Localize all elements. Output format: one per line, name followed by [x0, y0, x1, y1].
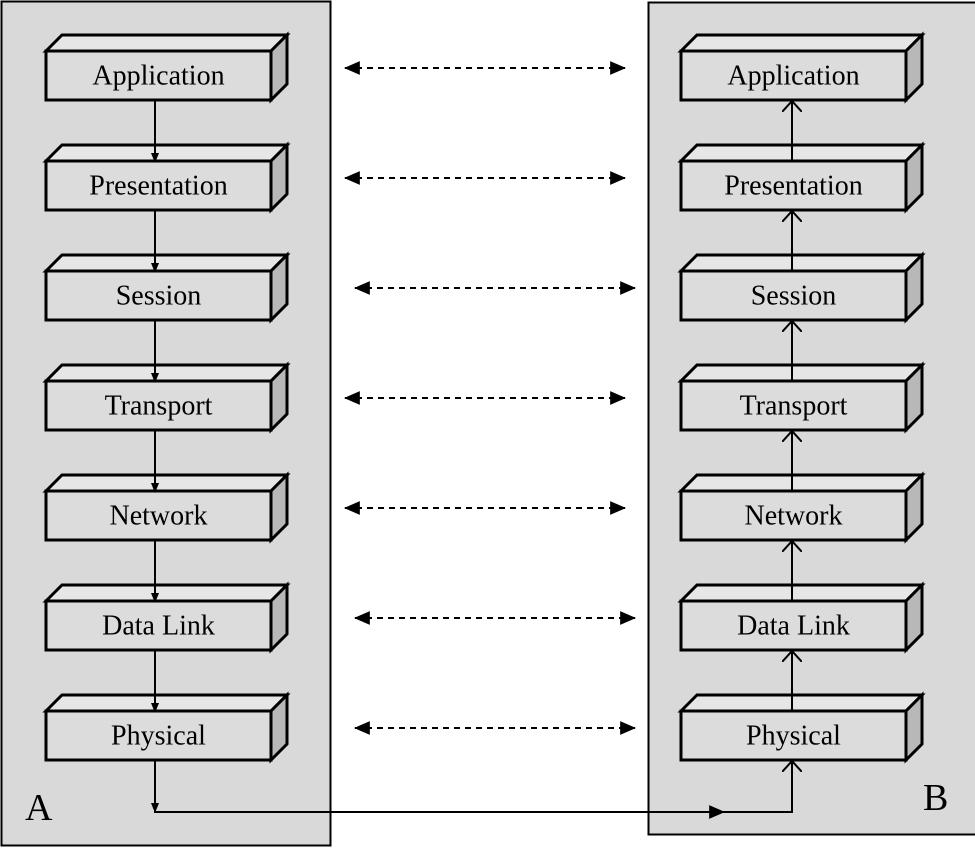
layer-box-data-link: Data Link [677, 581, 926, 654]
layer-box-presentation: Presentation [42, 141, 291, 214]
layer-label: Data Link [737, 611, 850, 642]
layer-label: Presentation [724, 171, 862, 202]
osi-model-diagram: Application Application Presentation Presen… [0, 0, 975, 847]
layer-box-application: Application [42, 31, 291, 104]
layer-box-transport: Transport [42, 361, 291, 434]
layer-box-physical: Physical [42, 691, 291, 764]
layer-label: Transport [740, 391, 848, 422]
layer-box-session: Session [677, 251, 926, 324]
layer-box-physical: Physical [677, 691, 926, 764]
layer-box-network: Network [42, 471, 291, 544]
stack-a-label: A [25, 787, 53, 829]
stack-b-label: B [923, 777, 948, 819]
layer-label: Physical [111, 721, 206, 752]
layer-box-network: Network [677, 471, 926, 544]
layer-label: Transport [105, 391, 213, 422]
layer-box-presentation: Presentation [677, 141, 926, 214]
layer-label: Physical [746, 721, 841, 752]
layer-label: Session [116, 281, 202, 312]
layer-label: Network [110, 501, 208, 532]
layer-label: Session [751, 281, 837, 312]
layer-box-application: Application [677, 31, 926, 104]
layer-label: Presentation [89, 171, 227, 202]
layer-label: Data Link [102, 611, 215, 642]
layer-box-session: Session [42, 251, 291, 324]
layer-label: Application [92, 61, 224, 92]
layer-label: Network [745, 501, 843, 532]
layer-box-data-link: Data Link [42, 581, 291, 654]
layer-label: Application [727, 61, 859, 92]
layer-box-transport: Transport [677, 361, 926, 434]
